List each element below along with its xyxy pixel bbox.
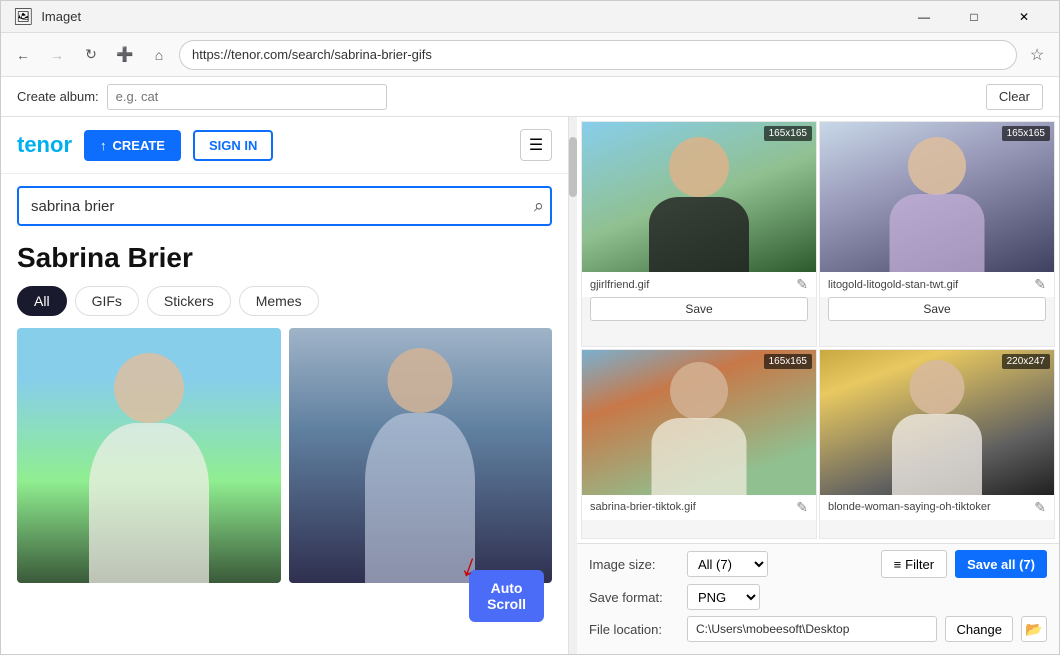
upload-icon: ↑ [100,138,107,153]
album-input[interactable] [107,84,387,110]
page-title: Sabrina Brier [1,238,568,286]
home-button[interactable]: ⌂ [145,41,173,69]
edit-icon[interactable]: ✎ [1034,499,1046,516]
save-button[interactable]: Save [590,297,808,321]
image-size-badge: 165x165 [764,126,812,141]
image-filename: blonde-woman-saying-oh-tiktoker [828,501,1034,513]
images-grid: 165x165 gjirlfriend.gif ✎ Save [577,117,1059,543]
gif-item[interactable] [289,328,553,583]
menu-button[interactable]: ☰ [520,129,552,161]
tab-all[interactable]: All [17,286,67,316]
gif-item[interactable] [17,328,281,583]
change-button[interactable]: Change [945,616,1013,642]
back-button[interactable]: ← [9,41,37,69]
folder-icon: 📂 [1025,621,1042,638]
image-size-label: Image size: [589,557,679,572]
album-label: Create album: [17,89,99,104]
image-filename: litogold-litogold-stan-twt.gif [828,279,1034,291]
reload-button[interactable]: ↻ [77,41,105,69]
auto-scroll-button[interactable]: Auto Scroll [469,570,544,622]
edit-icon[interactable]: ✎ [796,499,808,516]
forward-button[interactable]: → [43,41,71,69]
image-card: 165x165 sabrina-brier-tiktok.gif ✎ [581,349,817,540]
save-format-label: Save format: [589,590,679,605]
new-tab-button[interactable]: ➕ [111,41,139,69]
tenor-logo: tenor [17,132,72,158]
image-card: 165x165 gjirlfriend.gif ✎ Save [581,121,817,347]
image-filename: gjirlfriend.gif [590,279,796,291]
search-icon: ⌕ [534,196,544,216]
file-location-label: File location: [589,622,679,637]
save-all-button[interactable]: Save all (7) [955,550,1047,578]
edit-icon[interactable]: ✎ [796,276,808,293]
edit-icon[interactable]: ✎ [1034,276,1046,293]
bookmark-button[interactable]: ☆ [1023,41,1051,69]
close-button[interactable]: ✕ [1001,1,1047,33]
maximize-button[interactable]: □ [951,1,997,33]
image-size-badge: 165x165 [764,354,812,369]
save-format-select[interactable]: PNG JPG GIF WEBP [687,584,760,610]
file-location-input[interactable] [687,616,937,642]
filter-tabs: All GIFs Stickers Memes [1,286,568,328]
address-bar[interactable] [179,40,1017,70]
image-card: 165x165 litogold-litogold-stan-twt.gif ✎… [819,121,1055,347]
clear-button[interactable]: Clear [986,84,1043,110]
save-button[interactable]: Save [828,297,1046,321]
hamburger-icon: ☰ [529,135,543,155]
tab-stickers[interactable]: Stickers [147,286,231,316]
signin-button[interactable]: SIGN IN [193,130,273,161]
folder-button[interactable]: 📂 [1021,616,1047,642]
filter-icon: ≡ [894,557,902,572]
image-filename: sabrina-brier-tiktok.gif [590,501,796,513]
image-card: 220x247 blonde-woman-saying-oh-tiktoker … [819,349,1055,540]
app-icon: 🖼 [13,7,33,27]
search-input[interactable] [17,186,552,226]
app-title: Imaget [41,9,81,24]
image-size-badge: 220x247 [1002,354,1050,369]
bottom-controls: Image size: All (7) Small Medium Large ≡… [577,543,1059,654]
create-button[interactable]: ↑ CREATE [84,130,181,161]
minimize-button[interactable]: — [901,1,947,33]
tab-memes[interactable]: Memes [239,286,319,316]
search-button[interactable]: ⌕ [534,196,544,217]
tab-gifs[interactable]: GIFs [75,286,139,316]
filter-button[interactable]: ≡ Filter [881,550,947,578]
image-size-badge: 165x165 [1002,126,1050,141]
scrollbar[interactable] [569,117,577,654]
image-size-select[interactable]: All (7) Small Medium Large [687,551,768,577]
